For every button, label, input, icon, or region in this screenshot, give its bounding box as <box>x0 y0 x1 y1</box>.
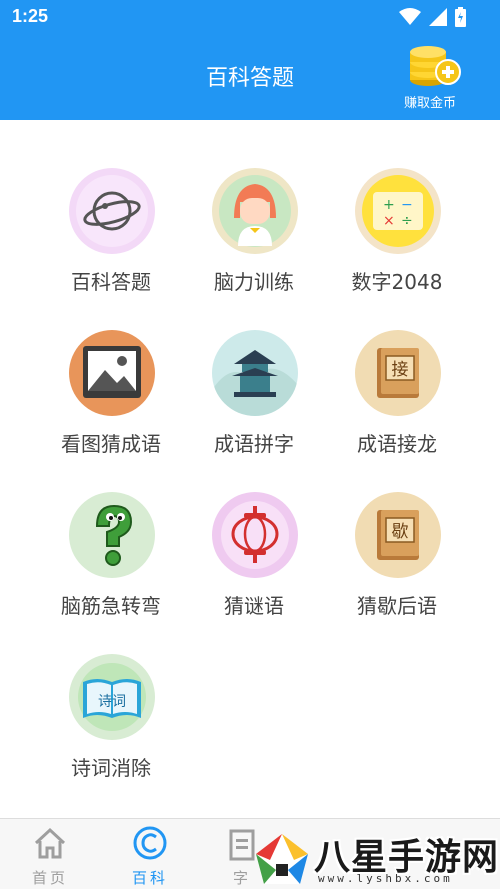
app-header: 百科答题 赚取金币 <box>0 34 500 120</box>
battery-icon <box>455 7 466 27</box>
math-board-icon: + − × ÷ <box>355 168 441 254</box>
nav-home[interactable]: 首页 <box>20 823 80 887</box>
tile-label: 诗词消除 <box>71 756 151 780</box>
tile-number-2048[interactable]: + − × ÷ 数字2048 <box>327 120 467 294</box>
nav-encyclopedia-label: 百科 <box>131 869 168 887</box>
lantern-icon <box>212 492 298 578</box>
copyright-c-icon <box>133 826 167 860</box>
earn-coins-button[interactable]: 赚取金币 <box>400 44 461 114</box>
tile-poem-eliminate[interactable]: 诗词 诗词消除 <box>41 606 181 780</box>
svg-text:接: 接 <box>392 360 409 380</box>
watermark-logo-icon <box>256 834 308 884</box>
status-bar: 1:25 <box>0 0 500 34</box>
svg-text:歇: 歇 <box>392 522 409 542</box>
signal-icon <box>429 8 447 26</box>
tile-brain-teaser[interactable]: 脑筋急转弯 <box>41 444 181 618</box>
site-watermark: 八星手游网 www.lyshbx.com <box>252 826 500 889</box>
question-mark-icon <box>69 492 155 578</box>
svg-text:÷: ÷ <box>401 213 413 229</box>
tile-picture-idiom[interactable]: 看图猜成语 <box>41 282 181 456</box>
girl-avatar-icon <box>212 168 298 254</box>
nav-home-label: 首页 <box>31 869 68 887</box>
tile-brain-training[interactable]: 脑力训练 <box>184 120 324 294</box>
watermark-url: www.lyshbx.com <box>318 872 453 885</box>
tile-label: 猜谜语 <box>224 594 284 618</box>
pavilion-icon <box>212 330 298 416</box>
nav-encyclopedia[interactable]: 百科 <box>120 823 180 887</box>
tile-idiom-spell[interactable]: 成语拼字 <box>184 282 324 456</box>
tile-riddles[interactable]: 猜谜语 <box>184 444 324 618</box>
tile-xiehouyu[interactable]: 歇 猜歇后语 <box>327 444 467 618</box>
picture-frame-icon <box>69 330 155 416</box>
planet-icon <box>69 168 155 254</box>
status-icons <box>399 7 466 27</box>
wifi-icon <box>399 8 421 25</box>
tile-idiom-chain[interactable]: 接 成语接龙 <box>327 282 467 456</box>
book-xie-icon: 歇 <box>355 492 441 578</box>
tile-label: 猜歇后语 <box>357 594 437 618</box>
tile-encyclopedia-quiz[interactable]: 百科答题 <box>41 120 181 294</box>
book-jie-icon: 接 <box>355 330 441 416</box>
svg-text:诗词: 诗词 <box>98 694 126 710</box>
home-icon <box>34 827 66 859</box>
earn-coins-label: 赚取金币 <box>403 96 456 111</box>
svg-text:+: + <box>383 197 395 213</box>
poem-book-icon: 诗词 <box>69 654 155 740</box>
status-time: 1:25 <box>12 6 49 26</box>
svg-text:−: − <box>401 197 413 213</box>
coins-icon <box>410 46 461 86</box>
svg-text:×: × <box>383 213 395 229</box>
